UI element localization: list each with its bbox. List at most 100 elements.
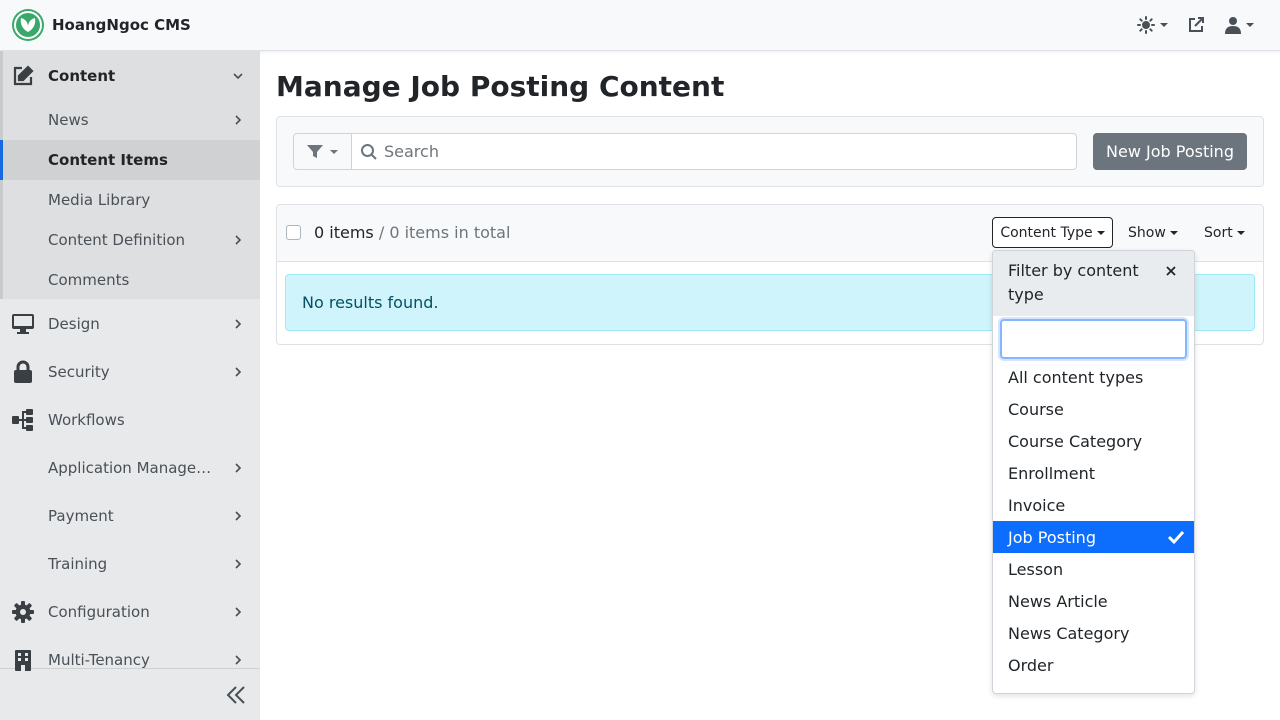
search-input[interactable] — [351, 133, 1077, 170]
brightness-icon — [1137, 16, 1155, 34]
double-chevron-left-icon — [226, 686, 245, 704]
chevron-down-icon — [233, 73, 243, 80]
caret-down-icon — [1169, 230, 1178, 235]
monitor-icon — [11, 312, 35, 336]
caret-down-icon — [1236, 230, 1245, 235]
search-icon — [361, 144, 377, 160]
caret-down-icon — [1160, 23, 1168, 27]
sidebar-item-comments[interactable]: Comments — [0, 260, 260, 300]
sidebar-item-security[interactable]: Security — [0, 352, 260, 392]
sidebar-item-label: Security — [48, 363, 110, 381]
no-results-text: No results found. — [302, 293, 439, 312]
option-course[interactable]: Course — [993, 393, 1194, 425]
caret-down-icon — [1096, 230, 1105, 235]
sidebar-item-payment[interactable]: Payment — [0, 496, 260, 536]
active-indicator — [0, 140, 3, 180]
sidebar-item-label: Content — [48, 67, 116, 85]
sidebar-item-design[interactable]: Design — [0, 304, 260, 344]
app-name[interactable]: HoangNgoc CMS — [52, 16, 191, 34]
chevron-right-icon — [235, 115, 242, 125]
chevron-right-icon — [235, 607, 242, 617]
items-count: 0 items / 0 items in total — [314, 223, 510, 242]
option-label: Course Category — [1008, 431, 1143, 451]
option-label: All content types — [1008, 367, 1144, 387]
dropdown-title: Filter by content type — [1008, 261, 1139, 304]
caret-down-icon — [330, 149, 338, 154]
new-job-posting-button[interactable]: New Job Posting — [1093, 133, 1247, 170]
select-all-checkbox[interactable] — [286, 225, 301, 240]
user-icon — [1225, 17, 1241, 34]
sort-button[interactable]: Sort — [1204, 217, 1245, 248]
content-type-label: Content Type — [1000, 224, 1093, 241]
page-title: Manage Job Posting Content — [276, 70, 725, 103]
search-placeholder: Search — [384, 142, 439, 161]
option-label: News Category — [1008, 623, 1130, 643]
chevron-right-icon — [235, 511, 242, 521]
sidebar-item-label: News — [48, 111, 89, 129]
sidebar-item-content-items[interactable]: Content Items — [0, 140, 260, 180]
chevron-right-icon — [235, 319, 242, 329]
chevron-right-icon — [235, 235, 242, 245]
top-navbar: HoangNgoc CMS — [0, 0, 1280, 51]
sitemap-icon — [11, 408, 35, 432]
sidebar-item-news[interactable]: News — [0, 100, 260, 140]
option-invoice[interactable]: Invoice — [993, 489, 1194, 521]
option-label: Enrollment — [1008, 463, 1095, 483]
close-icon[interactable] — [1163, 263, 1179, 279]
filter-icon — [307, 144, 323, 158]
sidebar-item-workflows[interactable]: Workflows — [0, 400, 260, 440]
sidebar-item-label: Configuration — [48, 603, 150, 621]
building-icon — [11, 648, 35, 672]
option-label: Invoice — [1008, 495, 1066, 515]
show-button[interactable]: Show — [1128, 217, 1178, 248]
option-news-category[interactable]: News Category — [993, 617, 1194, 649]
option-news-article[interactable]: News Article — [993, 585, 1194, 617]
chevron-right-icon — [235, 463, 242, 473]
collapse-sidebar-button[interactable] — [224, 683, 248, 707]
sidebar-item-content-definition[interactable]: Content Definition — [0, 220, 260, 260]
option-enrollment[interactable]: Enrollment — [993, 457, 1194, 489]
option-lesson[interactable]: Lesson — [993, 553, 1194, 585]
lock-icon — [11, 360, 35, 384]
sidebar-item-label: Payment — [48, 507, 114, 525]
option-label: Order — [1008, 655, 1054, 675]
user-menu[interactable] — [1225, 14, 1254, 36]
sidebar-item-label: Media Library — [48, 191, 151, 209]
sidebar-item-application-management[interactable]: Application Management — [0, 448, 260, 488]
sidebar-item-label: Content Definition — [48, 231, 186, 249]
filter-dropdown-button[interactable] — [293, 133, 352, 170]
option-all-content-types[interactable]: All content types — [993, 361, 1194, 393]
option-course-category[interactable]: Course Category — [993, 425, 1194, 457]
chevron-right-icon — [235, 655, 242, 665]
option-label: News Article — [1008, 591, 1108, 611]
sidebar-item-label: Comments — [48, 271, 130, 289]
theme-toggle[interactable] — [1137, 14, 1168, 36]
sidebar-item-multi-tenancy[interactable]: Multi-Tenancy — [0, 640, 260, 680]
sidebar-item-media-library[interactable]: Media Library — [0, 180, 260, 220]
sidebar-item-training[interactable]: Training — [0, 544, 260, 584]
cog-icon — [11, 600, 35, 624]
checkmark-icon — [1168, 530, 1184, 545]
view-site-button[interactable] — [1187, 14, 1205, 36]
option-job-posting[interactable]: Job Posting — [993, 521, 1194, 553]
external-link-icon — [1189, 17, 1204, 32]
dropdown-filter-input[interactable] — [1000, 319, 1187, 359]
caret-down-icon — [1246, 23, 1254, 27]
sidebar-item-configuration[interactable]: Configuration — [0, 592, 260, 632]
sidebar-item-label: Workflows — [48, 411, 125, 429]
chevron-right-icon — [235, 367, 242, 377]
sidebar-item-label: Application Management — [48, 459, 216, 477]
sidebar: Content News Content Items Media Library… — [0, 51, 260, 720]
sidebar-item-content[interactable]: Content — [0, 56, 260, 96]
chevron-right-icon — [235, 559, 242, 569]
sidebar-item-label: Content Items — [48, 151, 168, 169]
items-count-value: 0 items — [314, 223, 374, 242]
option-order[interactable]: Order — [993, 649, 1194, 681]
content-type-filter-button[interactable]: Content Type — [992, 217, 1113, 248]
option-label: Lesson — [1008, 559, 1064, 579]
brand-logo-icon[interactable] — [12, 9, 44, 41]
sidebar-item-label: Design — [48, 315, 100, 333]
items-total: / 0 items in total — [373, 223, 511, 242]
show-label: Show — [1128, 224, 1166, 241]
sidebar-item-label: Multi-Tenancy — [48, 651, 150, 669]
